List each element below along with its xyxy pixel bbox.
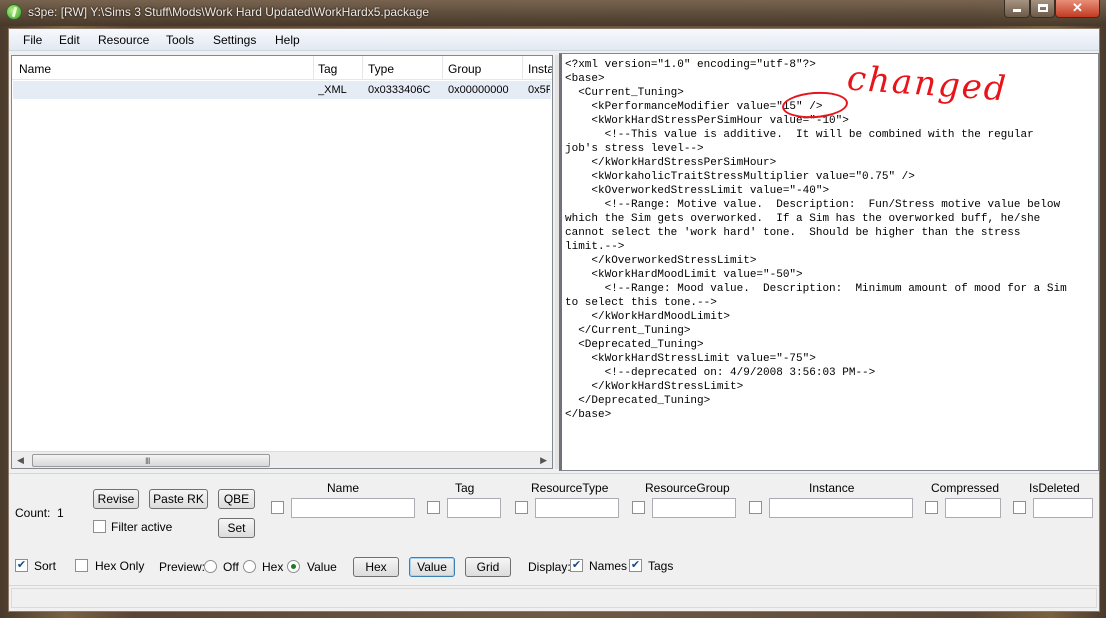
hex-only-checkbox[interactable] xyxy=(75,559,88,572)
sort-checkbox[interactable]: ✔ xyxy=(15,559,28,572)
column-header-tag[interactable]: Tag xyxy=(318,62,337,76)
filter-instance-field[interactable] xyxy=(769,498,913,518)
menu-tools[interactable]: Tools xyxy=(166,33,194,47)
maximize-icon xyxy=(1037,4,1048,12)
column-header-instance[interactable]: Insta xyxy=(528,62,552,76)
list-header: Name Tag Type Group Insta xyxy=(12,56,552,80)
cell-group: 0x00000000 xyxy=(448,84,509,96)
scroll-thumb[interactable]: III xyxy=(32,454,270,467)
filter-header-resourcegroup: ResourceGroup xyxy=(645,481,730,495)
cell-type: 0x0333406C xyxy=(368,84,431,96)
filter-compressed-field[interactable] xyxy=(945,498,1001,518)
status-bar xyxy=(9,585,1099,611)
xml-preview[interactable]: <?xml version="1.0" encoding="utf-8"?> <… xyxy=(559,53,1099,471)
menu-resource[interactable]: Resource xyxy=(98,33,149,47)
filter-name-field[interactable] xyxy=(291,498,415,518)
filter-header-isdeleted: IsDeleted xyxy=(1029,481,1080,495)
filter-name-checkbox[interactable] xyxy=(271,501,284,514)
preview-off-radio[interactable] xyxy=(204,560,217,573)
preview-hex-label: Hex xyxy=(262,560,284,574)
column-header-name[interactable]: Name xyxy=(19,62,51,76)
filter-resourcetype-checkbox[interactable] xyxy=(515,501,528,514)
cell-tag: _XML xyxy=(318,84,347,96)
column-separator[interactable] xyxy=(313,56,314,79)
close-button[interactable]: ✕ xyxy=(1055,0,1100,18)
display-tags-label: Tags xyxy=(648,559,674,573)
preview-label: Preview: xyxy=(159,560,206,574)
preview-hex-radio[interactable] xyxy=(243,560,256,573)
column-separator[interactable] xyxy=(362,56,363,79)
column-separator[interactable] xyxy=(442,56,443,79)
sort-label: Sort xyxy=(34,559,57,573)
cell-instance: 0x5F xyxy=(528,84,550,96)
display-names-label: Names xyxy=(589,559,628,573)
filter-controls: Count: 1 Revise Paste RK QBE Filter acti… xyxy=(9,473,1099,583)
maximize-button[interactable] xyxy=(1030,0,1055,18)
column-separator[interactable] xyxy=(522,56,523,79)
column-header-group[interactable]: Group xyxy=(448,62,481,76)
horizontal-scrollbar[interactable]: ◀ III ▶ xyxy=(12,451,552,468)
count-label: Count: xyxy=(15,506,51,520)
filter-resourcegroup-field[interactable] xyxy=(652,498,736,518)
display-tags-checkbox[interactable]: ✔ xyxy=(629,559,642,572)
filter-tag-field[interactable] xyxy=(447,498,501,518)
menu-settings[interactable]: Settings xyxy=(213,33,256,47)
scroll-left-icon[interactable]: ◀ xyxy=(17,455,24,466)
filter-active-label: Filter active xyxy=(111,520,173,534)
filter-header-name: Name xyxy=(327,481,360,495)
display-names-checkbox[interactable]: ✔ xyxy=(570,559,583,572)
hex-only-label: Hex Only xyxy=(95,559,145,573)
filter-instance-checkbox[interactable] xyxy=(749,501,762,514)
filter-header-tag: Tag xyxy=(455,481,475,495)
preview-value-radio[interactable] xyxy=(287,560,300,573)
minimize-icon xyxy=(1013,9,1021,12)
menu-bar: File Edit Resource Tools Settings Help xyxy=(9,29,1099,51)
main-window: File Edit Resource Tools Settings Help N… xyxy=(8,28,1100,612)
value-button[interactable]: Value xyxy=(409,557,455,577)
filter-resourcegroup-checkbox[interactable] xyxy=(632,501,645,514)
filter-isdeleted-checkbox[interactable] xyxy=(1013,501,1026,514)
close-icon: ✕ xyxy=(1072,0,1083,15)
filter-header-compressed: Compressed xyxy=(931,481,1000,495)
display-label: Display: xyxy=(528,560,571,574)
set-button[interactable]: Set xyxy=(218,518,255,538)
filter-isdeleted-field[interactable] xyxy=(1033,498,1093,518)
resource-list[interactable]: Name Tag Type Group Insta _XML 0x0333406… xyxy=(11,55,553,469)
filter-compressed-checkbox[interactable] xyxy=(925,501,938,514)
menu-edit[interactable]: Edit xyxy=(59,33,80,47)
preview-off-label: Off xyxy=(223,560,239,574)
filter-resourcetype-field[interactable] xyxy=(535,498,619,518)
filter-tag-checkbox[interactable] xyxy=(427,501,440,514)
minimize-button[interactable] xyxy=(1004,0,1030,18)
filter-header-resourcetype: ResourceType xyxy=(531,481,609,495)
qbe-button[interactable]: QBE xyxy=(218,489,255,509)
count-value: 1 xyxy=(57,506,64,520)
title-bar: s3pe: [RW] Y:\Sims 3 Stuff\Mods\Work Har… xyxy=(0,0,1106,26)
table-row[interactable]: _XML 0x0333406C 0x00000000 0x5F xyxy=(13,81,551,99)
menu-file[interactable]: File xyxy=(23,33,42,47)
grid-button[interactable]: Grid xyxy=(465,557,511,577)
filter-header-instance: Instance xyxy=(809,481,855,495)
paste-rk-button[interactable]: Paste RK xyxy=(149,489,208,509)
scroll-grip-icon: III xyxy=(145,456,150,466)
scroll-right-icon[interactable]: ▶ xyxy=(540,455,547,466)
hex-button[interactable]: Hex xyxy=(353,557,399,577)
revise-button[interactable]: Revise xyxy=(93,489,139,509)
filter-active-checkbox[interactable] xyxy=(93,520,106,533)
app-icon xyxy=(6,4,22,20)
column-header-type[interactable]: Type xyxy=(368,62,394,76)
status-panel xyxy=(11,588,1097,608)
window-title: s3pe: [RW] Y:\Sims 3 Stuff\Mods\Work Har… xyxy=(28,5,430,19)
menu-help[interactable]: Help xyxy=(275,33,300,47)
preview-value-label: Value xyxy=(307,560,337,574)
